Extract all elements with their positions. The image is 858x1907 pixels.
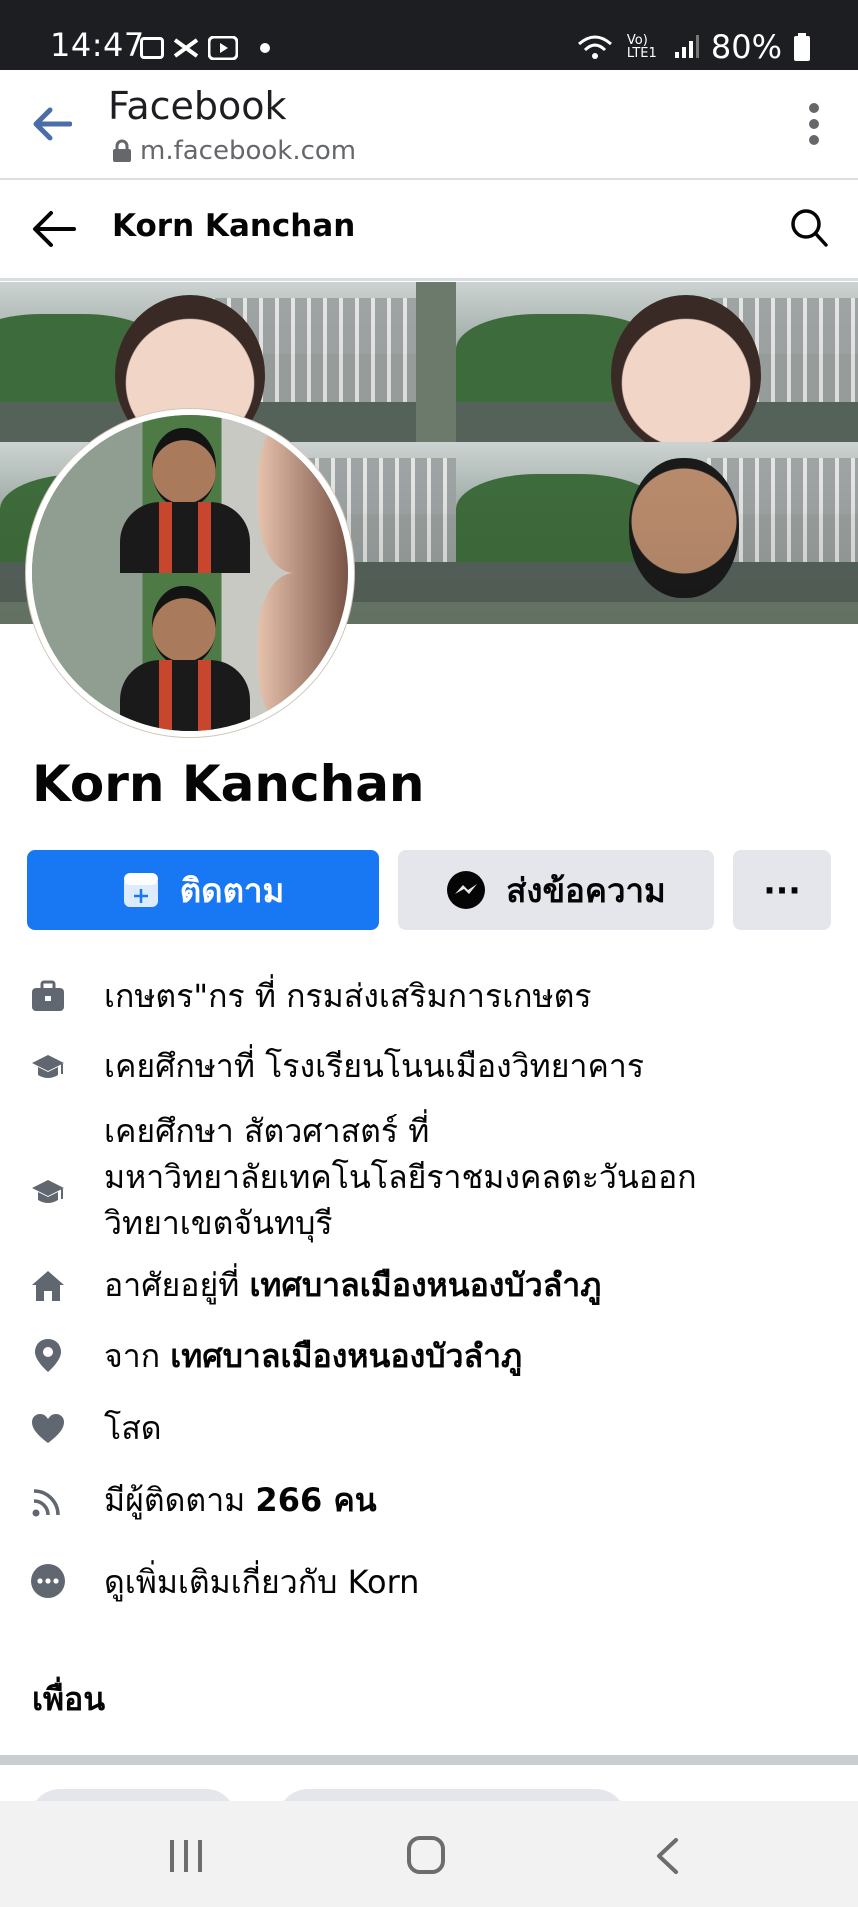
browser-url[interactable]: m.facebook.com: [112, 136, 356, 166]
browser-back-icon[interactable]: [32, 106, 72, 142]
followers-count: 266 คน: [255, 1481, 377, 1519]
graduation-cap-icon: [32, 1180, 64, 1203]
search-icon[interactable]: [790, 208, 828, 248]
friends-section-title: เพื่อน: [32, 1680, 106, 1718]
signal-icon: [674, 35, 699, 58]
notification-icons: [140, 36, 270, 60]
status-time: 14:47: [50, 26, 145, 64]
relationship-text: โสด: [104, 1409, 162, 1447]
more-options-button[interactable]: ···: [733, 850, 831, 930]
gallery-icon: [140, 37, 164, 59]
heart-icon: [32, 1414, 64, 1443]
lives-in-text: อาศัยอยู่ที่ เทศบาลเมืองหนองบัวลำภู: [104, 1266, 602, 1304]
network-label: Vo) LTE1: [626, 33, 657, 61]
back-arrow-icon[interactable]: [32, 210, 76, 248]
browser-menu-icon[interactable]: [808, 102, 820, 146]
more-notifications-dot: [260, 43, 270, 53]
graduation-cap-icon: [32, 1055, 64, 1078]
friends-chip[interactable]: [278, 1789, 626, 1801]
message-label: ส่งข้อความ: [506, 870, 666, 910]
lives-in-place[interactable]: เทศบาลเมืองหนองบัวลำภู: [249, 1266, 601, 1304]
school-text: เคยศึกษาที่ โรงเรียนโนนเมืองวิทยาคาร: [104, 1047, 645, 1085]
see-more-text: ดูเพิ่มเติมเกี่ยวกับ Korn: [104, 1563, 420, 1601]
profile-header: Korn Kanchan: [0, 180, 858, 281]
battery-icon: [794, 33, 810, 61]
browser-title: Facebook: [108, 84, 287, 128]
system-nav-bar: [0, 1801, 858, 1907]
status-right: Vo) LTE1 80%: [575, 28, 810, 66]
follow-icon: [123, 873, 158, 907]
capcut-icon: [173, 38, 199, 58]
briefcase-icon: [32, 980, 64, 1011]
youtube-icon: [208, 36, 238, 60]
wifi-icon: [577, 35, 612, 59]
home-button-icon[interactable]: [406, 1835, 446, 1875]
header-title: Korn Kanchan: [112, 208, 356, 244]
section-divider: [0, 1755, 858, 1765]
friends-chip[interactable]: [30, 1789, 236, 1801]
work-text: เกษตร"กร ที่ กรมส่งเสริมการเกษตร: [104, 977, 592, 1015]
system-back-icon[interactable]: [654, 1837, 680, 1875]
profile-avatar[interactable]: [26, 409, 354, 737]
profile-name: Korn Kanchan: [32, 755, 425, 813]
more-options-icon: ···: [763, 870, 801, 910]
from-place[interactable]: เทศบาลเมืองหนองบัวลำภู: [170, 1337, 522, 1375]
friends-preview: [0, 1765, 858, 1801]
lock-icon: [113, 139, 131, 162]
recent-apps-icon[interactable]: [168, 1839, 204, 1873]
university-line-2: มหาวิทยาลัยเทคโนโลยีราชมงคลตะวันออก: [104, 1158, 697, 1196]
more-circle-icon: [31, 1564, 65, 1598]
home-icon: [32, 1271, 64, 1301]
location-pin-icon: [35, 1339, 61, 1372]
browser-bar: Facebook m.facebook.com: [0, 70, 858, 180]
followers-text[interactable]: มีผู้ติดตาม 266 คน: [104, 1477, 824, 1523]
rss-icon: [32, 1489, 60, 1517]
message-button[interactable]: ส่งข้อความ: [398, 850, 714, 930]
follow-button[interactable]: ติดตาม: [27, 850, 379, 930]
messenger-icon: [447, 871, 486, 909]
university-line-3: วิทยาเขตจันทบุรี: [104, 1204, 333, 1242]
follow-label: ติดตาม: [179, 870, 285, 910]
battery-percent: 80%: [710, 28, 782, 66]
status-bar: 14:47 Vo) LTE1 80%: [0, 0, 858, 70]
from-text: จาก เทศบาลเมืองหนองบัวลำภู: [104, 1337, 523, 1375]
university-line-1: เคยศึกษา สัตวศาสตร์ ที่: [104, 1112, 430, 1150]
url-text: m.facebook.com: [140, 136, 357, 166]
